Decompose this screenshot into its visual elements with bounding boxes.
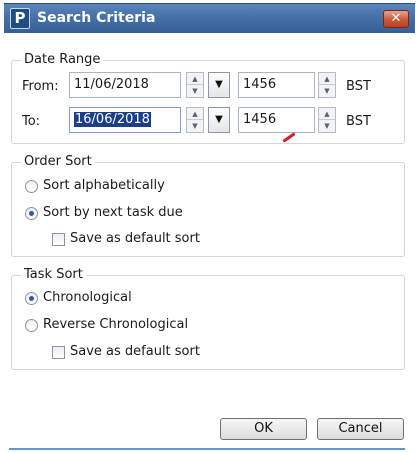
from-date-dropdown-button[interactable]: ▼ <box>208 72 230 98</box>
task-save-default-label[interactable]: Save as default sort <box>70 344 200 359</box>
chevron-down-icon: ▼ <box>215 79 223 90</box>
spin-down-icon[interactable]: ▼ <box>187 120 203 132</box>
to-time-input[interactable]: 1456 <box>238 107 315 133</box>
spin-up-icon[interactable]: ▲ <box>319 108 335 120</box>
cancel-button[interactable]: Cancel <box>317 418 404 440</box>
to-timezone: BST <box>346 114 371 129</box>
app-logo-icon: P <box>10 8 30 29</box>
spin-down-icon[interactable]: ▼ <box>319 85 335 97</box>
from-label: From: <box>22 79 59 94</box>
ok-button[interactable]: OK <box>220 418 307 440</box>
from-time-spinner[interactable]: ▲ ▼ <box>318 72 336 98</box>
to-label: To: <box>22 114 41 129</box>
window-title: Search Criteria <box>37 10 156 26</box>
to-date-spinner[interactable]: ▲ ▼ <box>186 107 204 133</box>
from-date-input[interactable]: 11/06/2018 <box>69 72 181 98</box>
to-date-selected-text: 16/06/2018 <box>74 112 151 127</box>
reverse-chronological-label[interactable]: Reverse Chronological <box>43 317 188 332</box>
date-range-legend: Date Range <box>21 52 104 67</box>
spin-up-icon[interactable]: ▲ <box>187 73 203 85</box>
sort-by-next-task-radio[interactable] <box>25 207 38 220</box>
task-save-default-checkbox[interactable] <box>52 346 65 359</box>
spin-down-icon[interactable]: ▼ <box>319 120 335 132</box>
reverse-chronological-radio[interactable] <box>25 319 38 332</box>
order-save-default-checkbox[interactable] <box>52 233 65 246</box>
spin-down-icon[interactable]: ▼ <box>187 85 203 97</box>
order-sort-legend: Order Sort <box>21 154 95 169</box>
from-date-spinner[interactable]: ▲ ▼ <box>186 72 204 98</box>
task-sort-legend: Task Sort <box>21 267 86 282</box>
sort-alphabetically-radio[interactable] <box>25 180 38 193</box>
sort-by-next-task-label[interactable]: Sort by next task due <box>43 205 183 220</box>
spin-up-icon[interactable]: ▲ <box>319 73 335 85</box>
order-save-default-label[interactable]: Save as default sort <box>70 231 200 246</box>
to-date-dropdown-button[interactable]: ▼ <box>208 107 230 133</box>
from-time-input[interactable]: 1456 <box>238 72 315 98</box>
title-bar[interactable]: P Search Criteria ✕ <box>4 3 415 33</box>
to-date-input[interactable]: 16/06/2018 <box>69 107 181 133</box>
from-timezone: BST <box>346 79 371 94</box>
search-criteria-dialog: P Search Criteria ✕ Date Range From: 11/… <box>0 0 417 452</box>
spin-up-icon[interactable]: ▲ <box>187 108 203 120</box>
to-time-spinner[interactable]: ▲ ▼ <box>318 107 336 133</box>
footer-divider <box>9 448 405 450</box>
chevron-down-icon: ▼ <box>215 114 223 125</box>
close-button[interactable]: ✕ <box>383 10 409 28</box>
sort-alphabetically-label[interactable]: Sort alphabetically <box>43 178 165 193</box>
chronological-radio[interactable] <box>25 292 38 305</box>
chronological-label[interactable]: Chronological <box>43 290 132 305</box>
